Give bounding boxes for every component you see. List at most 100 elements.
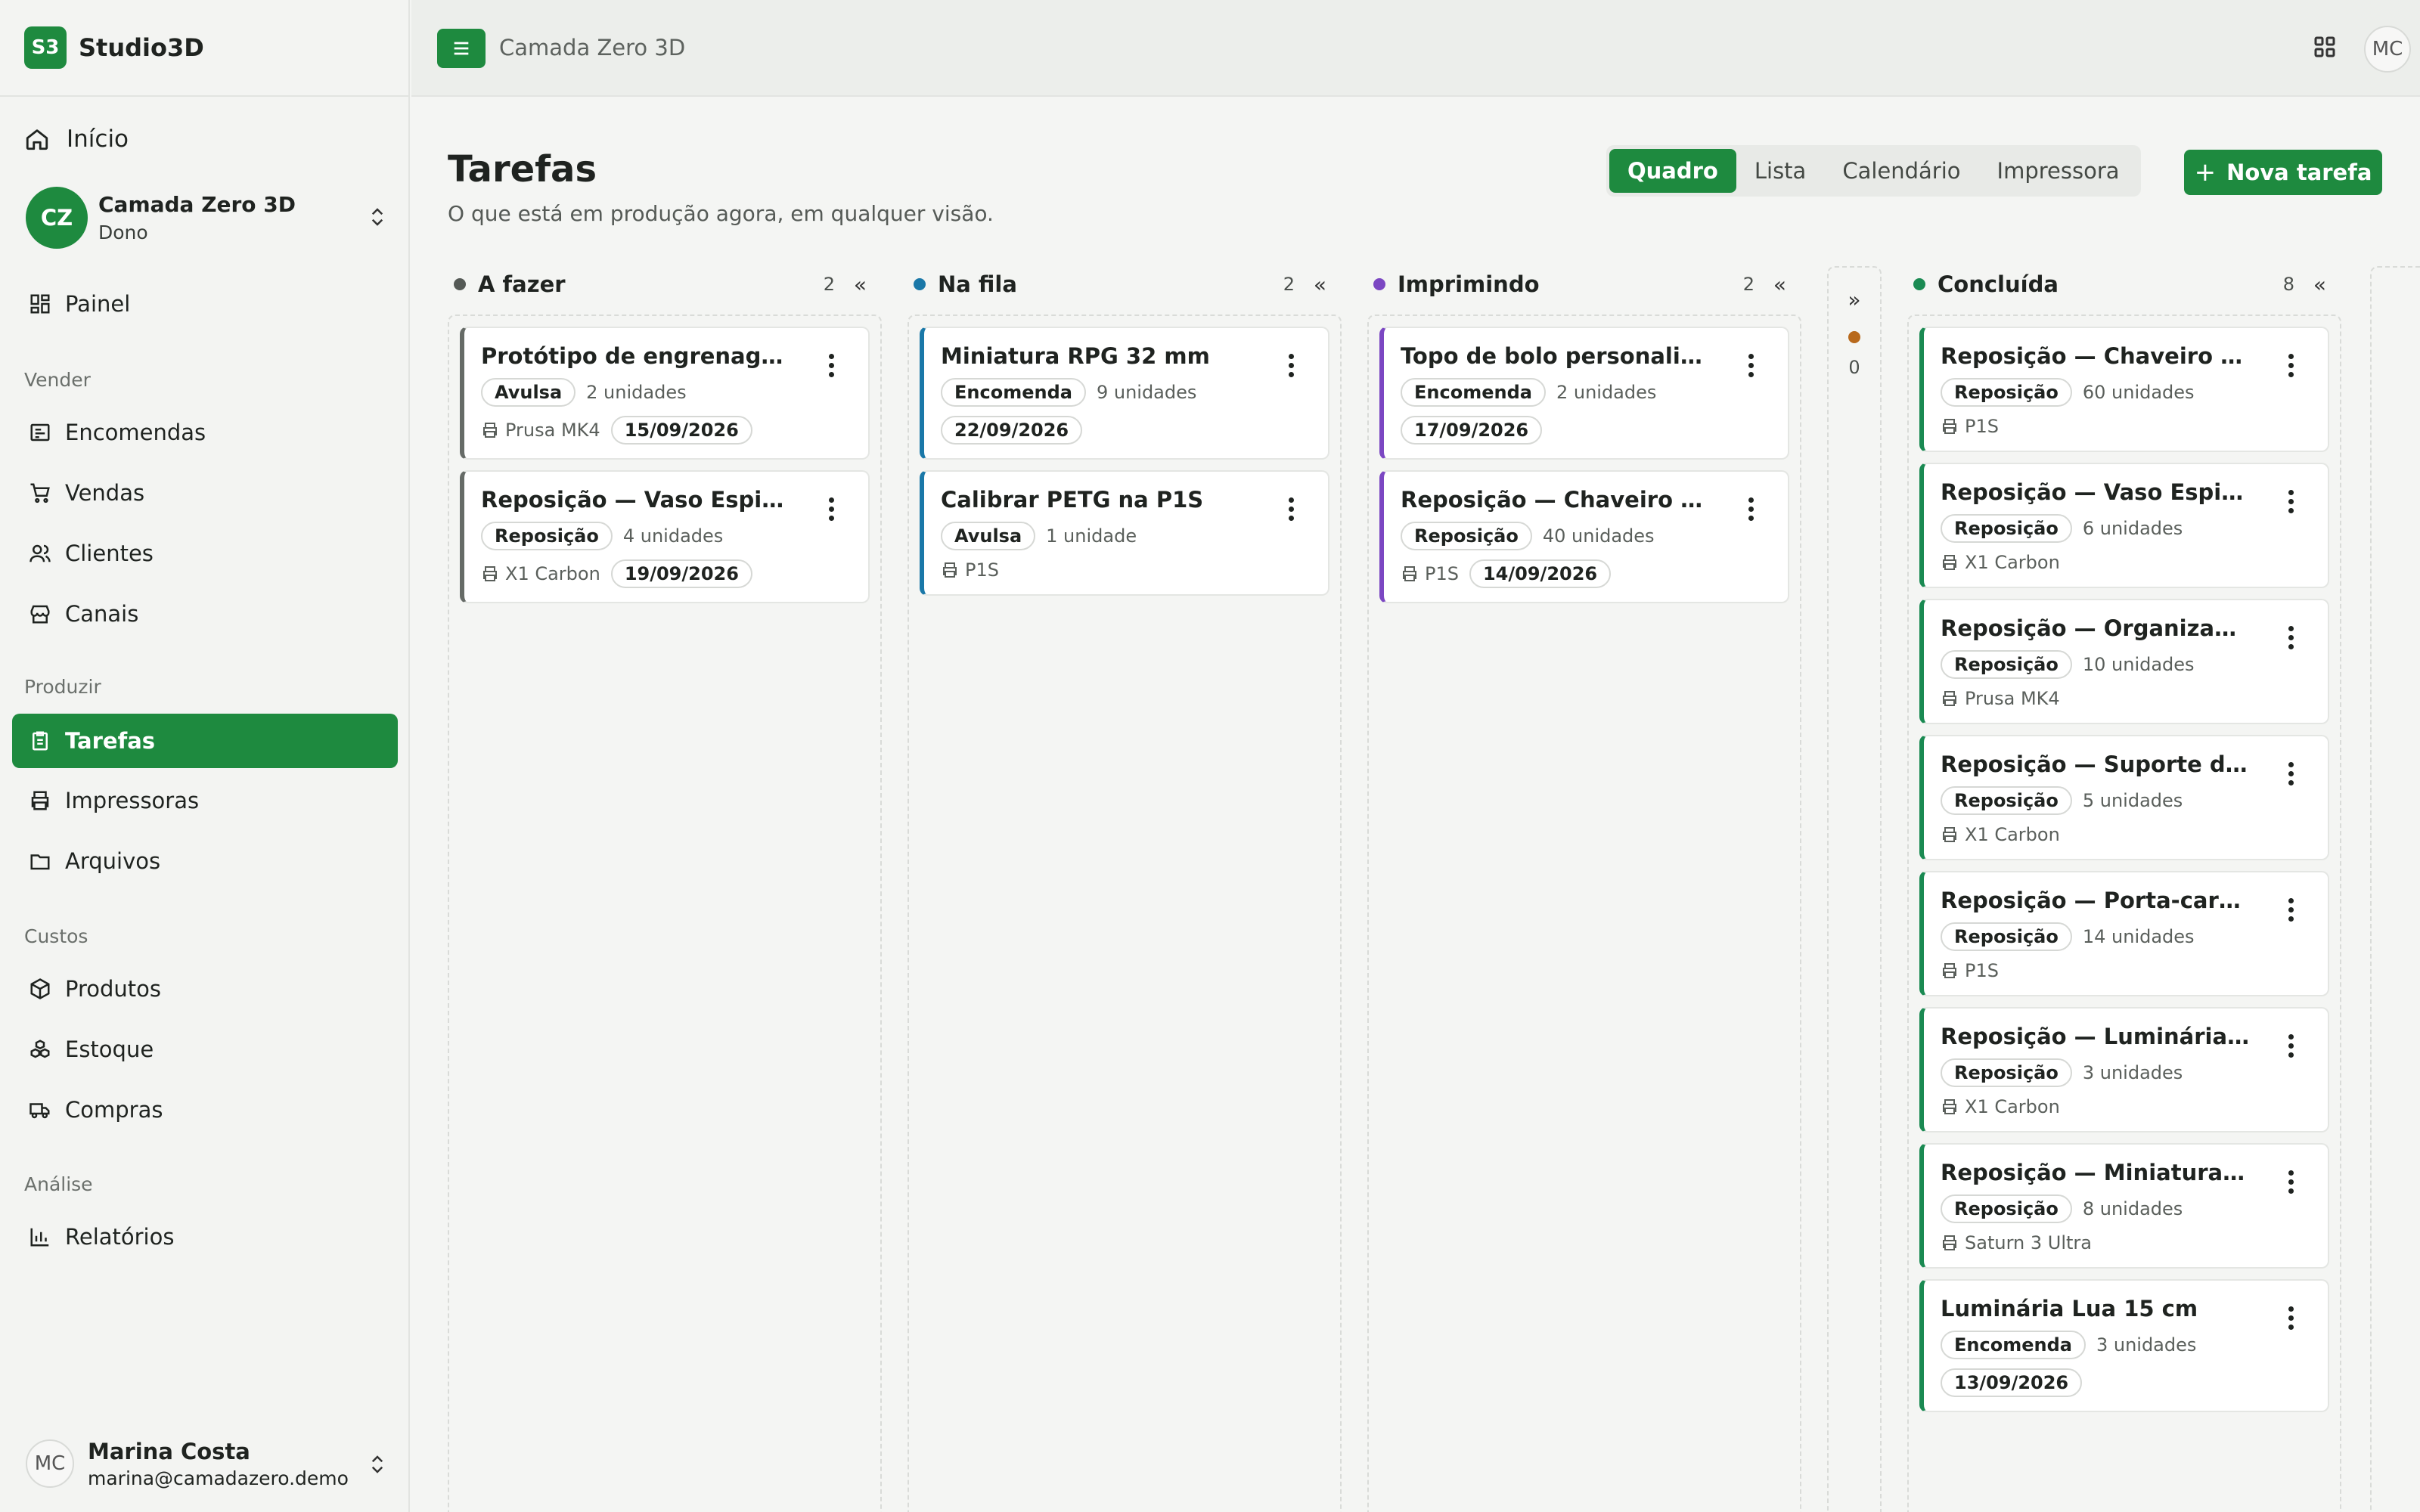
- task-card[interactable]: Miniatura RPG 32 mm Encomenda 9 unidades 22…: [920, 327, 1329, 460]
- task-due-date: 15/09/2026: [610, 416, 752, 445]
- more-vertical-icon[interactable]: [2288, 898, 2294, 925]
- org-switcher[interactable]: CZ Camada Zero 3D Dono: [26, 186, 389, 249]
- column-body: Topo de bolo personalizado Encomenda 2 uni…: [1367, 314, 1801, 1512]
- grid-icon: [2314, 36, 2335, 57]
- dashboard-icon: [30, 294, 50, 314]
- column-title: Concluída: [1938, 271, 2059, 297]
- task-card[interactable]: Reposição — Organizador … Reposição 10 uni…: [1919, 599, 2329, 724]
- brand-name: Studio3D: [79, 33, 204, 62]
- task-due-date: 19/09/2026: [610, 559, 752, 588]
- task-card[interactable]: Reposição — Luminária Lua… Reposição 3 uni…: [1919, 1007, 2329, 1132]
- more-vertical-icon[interactable]: [1748, 354, 1754, 381]
- sidebar-item-dashboard[interactable]: Painel: [12, 277, 398, 331]
- printer-icon: [1401, 565, 1425, 583]
- task-type-badge: Avulsa: [941, 522, 1036, 550]
- sidebar-item-purchases[interactable]: Compras: [12, 1083, 398, 1137]
- sidebar-item-sales[interactable]: Vendas: [12, 466, 398, 520]
- task-units: 10 unidades: [2082, 654, 2195, 675]
- task-card[interactable]: Calibrar PETG na P1S Avulsa 1 unidade P1S: [920, 470, 1329, 596]
- new-task-button[interactable]: + Nova tarefa: [2184, 150, 2382, 195]
- tab-printer[interactable]: Impressora: [1979, 149, 2138, 193]
- column-body: Miniatura RPG 32 mm Encomenda 9 unidades 22…: [908, 314, 1342, 1512]
- sidebar-item-label: Clientes: [65, 541, 154, 566]
- more-vertical-icon[interactable]: [1289, 497, 1295, 525]
- breadcrumb[interactable]: Camada Zero 3D: [499, 35, 685, 60]
- task-card[interactable]: Reposição — Vaso Espiral L… Reposição 4 un…: [460, 470, 870, 603]
- task-card[interactable]: Reposição — Miniatura RPG… Reposição 8 uni…: [1919, 1143, 2329, 1269]
- task-type-badge: Reposição: [1941, 922, 2072, 951]
- sidebar-item-orders[interactable]: Encomendas: [12, 405, 398, 460]
- printer-icon: [31, 791, 49, 810]
- apps-button[interactable]: [2311, 33, 2338, 64]
- sidebar-item-products[interactable]: Produtos: [12, 962, 398, 1016]
- task-card[interactable]: Reposição — Suporte de he… Reposição 5 uni…: [1919, 735, 2329, 860]
- column-header: Imprimindo 2 «: [1367, 262, 1801, 307]
- task-printer-name: P1S: [1965, 416, 1999, 437]
- task-card[interactable]: Luminária Lua 15 cm Encomenda 3 unidades 13…: [1919, 1279, 2329, 1412]
- task-printer-name: Prusa MK4: [1965, 688, 2060, 709]
- collapse-column-button[interactable]: «: [1773, 272, 1786, 297]
- brand-logo: S3: [24, 26, 67, 69]
- more-vertical-icon[interactable]: [829, 354, 835, 381]
- sidebar-item-label: Compras: [65, 1097, 163, 1123]
- sidebar-item-stock[interactable]: Estoque: [12, 1022, 398, 1077]
- sidebar-item-label: Relatórios: [65, 1224, 175, 1250]
- printer-icon: [1941, 962, 1965, 980]
- task-card[interactable]: Topo de bolo personalizado Encomenda 2 uni…: [1379, 327, 1789, 460]
- task-card[interactable]: Reposição — Chaveiro pers… Reposição 40 un…: [1379, 470, 1789, 603]
- collapsed-column[interactable]: » 0: [1827, 266, 1882, 1512]
- more-vertical-icon[interactable]: [2288, 1306, 2294, 1334]
- collapse-column-button[interactable]: «: [1314, 272, 1326, 297]
- more-vertical-icon[interactable]: [1289, 354, 1295, 381]
- tab-list[interactable]: Lista: [1736, 149, 1824, 193]
- avatar[interactable]: MC: [2364, 26, 2411, 73]
- more-vertical-icon[interactable]: [829, 497, 835, 525]
- sidebar-item-home[interactable]: Início: [24, 121, 129, 157]
- task-card[interactable]: Reposição — Chaveiro pers… Reposição 60 un…: [1919, 327, 2329, 452]
- brand[interactable]: S3 Studio3D: [0, 0, 408, 97]
- task-card[interactable]: Reposição — Vaso Espiral L… Reposição 6 un…: [1919, 463, 2329, 588]
- org-name: Camada Zero 3D: [98, 192, 296, 217]
- task-card[interactable]: Reposição — Porta-cartões … Reposição 14 u…: [1919, 871, 2329, 996]
- page-title: Tarefas: [448, 148, 597, 191]
- printer-icon: [1941, 689, 1965, 708]
- more-vertical-icon[interactable]: [2288, 490, 2294, 517]
- sidebar-item-channels[interactable]: Canais: [12, 587, 398, 641]
- collapse-column-button[interactable]: «: [854, 272, 867, 297]
- board-column: Concluída 8 « Reposição — Chaveiro pers…Rep…: [1907, 262, 2341, 1512]
- task-printer-name: P1S: [1965, 960, 1999, 981]
- printer-icon: [1941, 417, 1965, 435]
- more-vertical-icon[interactable]: [2288, 1170, 2294, 1198]
- boxes-icon: [30, 1040, 50, 1058]
- column-title: Imprimindo: [1398, 271, 1540, 297]
- sidebar-item-tasks[interactable]: Tarefas: [12, 714, 398, 768]
- task-units: 3 unidades: [2082, 1062, 2183, 1083]
- task-units: 1 unidade: [1046, 525, 1137, 547]
- sidebar-item-files[interactable]: Arquivos: [12, 834, 398, 888]
- task-printer: X1 Carbon: [1941, 1096, 2060, 1117]
- clipboard-icon: [33, 731, 48, 751]
- more-vertical-icon[interactable]: [2288, 1034, 2294, 1061]
- column-count: 8: [2282, 274, 2294, 295]
- more-vertical-icon[interactable]: [1748, 497, 1754, 525]
- column-status-dot: [914, 278, 926, 290]
- more-vertical-icon[interactable]: [2288, 626, 2294, 653]
- column-count: 2: [823, 274, 835, 295]
- collapse-column-button[interactable]: «: [2313, 272, 2326, 297]
- task-printer-name: X1 Carbon: [1965, 824, 2060, 845]
- task-card[interactable]: Protótipo de engrenagem … Avulsa 2 unidade…: [460, 327, 870, 460]
- toggle-sidebar-button[interactable]: [437, 29, 486, 68]
- user-menu[interactable]: MC Marina Costa marina@camadazero.demo: [26, 1436, 389, 1491]
- sidebar-item-clients[interactable]: Clientes: [12, 526, 398, 581]
- task-title: Reposição — Vaso Espiral L…: [481, 487, 791, 513]
- task-units: 5 unidades: [2082, 790, 2183, 811]
- column-status-dot: [1373, 278, 1385, 290]
- tab-calendar[interactable]: Calendário: [1824, 149, 1978, 193]
- sidebar-item-printers[interactable]: Impressoras: [12, 773, 398, 828]
- more-vertical-icon[interactable]: [2288, 354, 2294, 381]
- tab-board[interactable]: Quadro: [1609, 149, 1736, 193]
- task-units: 40 unidades: [1542, 525, 1655, 547]
- expand-column-button[interactable]: »: [1829, 287, 1880, 312]
- sidebar-item-reports[interactable]: Relatórios: [12, 1210, 398, 1264]
- more-vertical-icon[interactable]: [2288, 762, 2294, 789]
